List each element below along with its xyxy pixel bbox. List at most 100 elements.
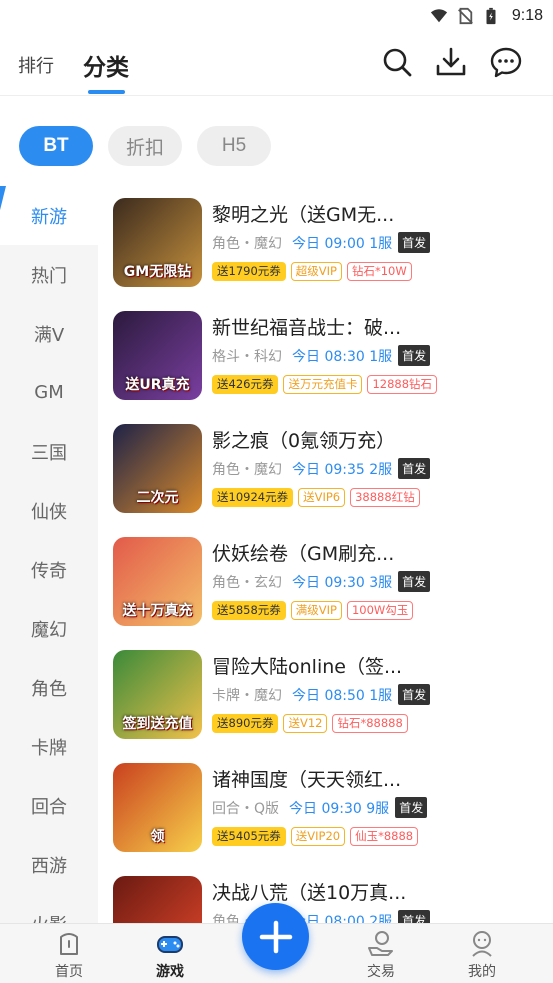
launch-badge: 首发 xyxy=(398,910,431,923)
sidebar-item-gm[interactable]: GM xyxy=(0,363,98,422)
sidebar-item-card[interactable]: 卡牌 xyxy=(0,717,98,776)
perk-tag: 满级VIP xyxy=(290,601,342,620)
active-tab-indicator xyxy=(88,90,125,94)
perk-tag: 12888钻石 xyxy=(367,375,438,394)
sidebar-item-label: 热门 xyxy=(31,265,67,287)
game-meta: 角色・魔幻 今日 09:00 1服 首发 xyxy=(212,232,431,253)
game-icon[interactable]: 送UR真充 xyxy=(113,311,202,400)
sidebar-item-turn-based[interactable]: 回合 xyxy=(0,776,98,835)
game-icon[interactable]: GM无限钻 xyxy=(113,198,202,287)
nav-games[interactable]: 游戏 xyxy=(135,924,205,983)
trade-icon xyxy=(368,931,393,956)
game-list-item[interactable]: 送十万真充 伏妖绘卷（GM刷充... 角色・玄幻 今日 09:30 3服 首发 送5858… xyxy=(98,525,553,638)
server-open-time: 今日 09:35 2服 xyxy=(292,461,393,478)
game-perk-tags: 送890元券 送V12 钻石*88888 xyxy=(212,714,408,733)
perk-tag: 送VIP6 xyxy=(298,488,346,507)
add-button[interactable] xyxy=(242,903,309,970)
nav-home[interactable]: 首页 xyxy=(34,924,104,983)
game-list-item[interactable]: 送UR真充 新世纪福音战士：破... 格斗・科幻 今日 08:30 1服 首发 送426元… xyxy=(98,299,553,412)
nav-trade-label: 交易 xyxy=(367,964,395,980)
perk-tag: 钻石*10W xyxy=(346,262,412,281)
sidebar-item-three-kingdoms[interactable]: 三国 xyxy=(0,422,98,481)
perk-tag: 送5405元券 xyxy=(212,827,286,846)
filter-bt[interactable]: BT xyxy=(19,126,93,166)
perk-tag: 送V12 xyxy=(283,714,328,733)
game-title[interactable]: 新世纪福音战士：破... xyxy=(212,313,532,340)
game-icon-caption: 送十万真充 xyxy=(122,603,193,619)
filter-h5[interactable]: H5 xyxy=(197,126,271,166)
perk-tag: 钻石*88888 xyxy=(332,714,408,733)
game-genre: 卡牌・魔幻 xyxy=(212,687,282,704)
server-open-time: 今日 09:00 1服 xyxy=(292,235,393,252)
game-perk-tags: 送10924元券 送VIP6 38888红钻 xyxy=(212,488,420,507)
game-list-item[interactable]: 送十万真充决战八荒（送10万真...角色・仙侠今日 08:00 2服首发送300… xyxy=(98,864,553,923)
game-icon[interactable]: 送十万真充 xyxy=(113,537,202,626)
perk-tag: 100W勾玉 xyxy=(346,601,414,620)
sidebar-item-label: 火影 xyxy=(31,911,67,924)
launch-badge: 首发 xyxy=(395,797,428,818)
perk-tag: 送890元券 xyxy=(212,714,279,733)
game-title[interactable]: 决战八荒（送10万真... xyxy=(212,878,532,905)
game-icon-caption: 送UR真充 xyxy=(125,377,190,393)
perk-tag: 送10924元券 xyxy=(212,488,294,507)
sidebar-item-label: 三国 xyxy=(31,442,67,464)
game-list-item[interactable]: 签到送充值 冒险大陆online（签... 卡牌・魔幻 今日 08:50 1服 首发 送8… xyxy=(98,638,553,751)
sidebar-item-xianxia[interactable]: 仙侠 xyxy=(0,481,98,540)
game-list-item[interactable]: 领 诸神国度（天天领红... 回合・Q版 今日 09:30 9服 首发 送5405元券 送V… xyxy=(98,751,553,864)
game-title[interactable]: 黎明之光（送GM无... xyxy=(212,200,532,227)
game-genre: 角色・魔幻 xyxy=(212,461,282,478)
sidebar-item-full-vip[interactable]: 满V xyxy=(0,304,98,363)
perk-tag: 送5858元券 xyxy=(212,601,286,620)
sidebar-item-naruto[interactable]: 火影 xyxy=(0,894,98,924)
message-icon[interactable] xyxy=(490,46,522,78)
sidebar-item-journey-west[interactable]: 西游 xyxy=(0,835,98,894)
game-list-item[interactable]: GM无限钻 黎明之光（送GM无... 角色・魔幻 今日 09:00 1服 首发 送1790… xyxy=(98,186,553,299)
nav-profile[interactable]: 我的 xyxy=(447,924,517,983)
top-header: 排行 分类 xyxy=(0,32,553,96)
game-title[interactable]: 影之痕（0氪领万充） xyxy=(212,426,532,453)
game-meta: 回合・Q版 今日 09:30 9服 首发 xyxy=(212,797,428,818)
game-icon-caption: 二次元 xyxy=(136,490,179,506)
nav-home-label: 首页 xyxy=(55,964,83,980)
sidebar-item-label: 仙侠 xyxy=(31,501,67,523)
nav-trade[interactable]: 交易 xyxy=(346,924,416,983)
server-open-time: 今日 09:30 3服 xyxy=(292,574,393,591)
launch-badge: 首发 xyxy=(398,345,431,366)
game-icon[interactable]: 送十万真充 xyxy=(113,876,202,923)
game-title[interactable]: 伏妖绘卷（GM刷充... xyxy=(212,539,532,566)
game-icon-caption: 领 xyxy=(150,829,165,845)
game-perk-tags: 送1790元券 超级VIP 钻石*10W xyxy=(212,262,412,281)
game-genre: 格斗・科幻 xyxy=(212,348,282,365)
perk-tag: 送万元充值卡 xyxy=(283,375,363,394)
platform-filter: BT 折扣 H5 xyxy=(19,126,271,166)
game-title[interactable]: 冒险大陆online（签... xyxy=(212,652,532,679)
sidebar-item-label: 新游 xyxy=(31,206,67,228)
game-list-item[interactable]: 二次元 影之痕（0氪领万充） 角色・魔幻 今日 09:35 2服 首发 送10924元券送… xyxy=(98,412,553,525)
launch-badge: 首发 xyxy=(398,232,431,253)
server-open-time: 今日 08:30 1服 xyxy=(292,348,393,365)
wifi-icon xyxy=(430,9,447,23)
launch-badge: 首发 xyxy=(398,458,431,479)
sidebar-item-label: 角色 xyxy=(31,678,67,700)
game-title[interactable]: 诸神国度（天天领红... xyxy=(212,765,532,792)
sidebar-item-new[interactable]: 新游 xyxy=(0,186,98,245)
sidebar-item-rpg[interactable]: 角色 xyxy=(0,658,98,717)
sidebar-item-hot[interactable]: 热门 xyxy=(0,245,98,304)
tab-ranking[interactable]: 排行 xyxy=(18,52,54,78)
game-icon[interactable]: 签到送充值 xyxy=(113,650,202,739)
filter-discount[interactable]: 折扣 xyxy=(108,126,182,166)
game-icon[interactable]: 二次元 xyxy=(113,424,202,513)
game-perk-tags: 送5858元券 满级VIP 100W勾玉 xyxy=(212,601,414,620)
game-icon[interactable]: 领 xyxy=(113,763,202,852)
tab-category[interactable]: 分类 xyxy=(83,48,129,82)
clock: 9:18 xyxy=(511,7,543,24)
game-meta: 角色・玄幻 今日 09:30 3服 首发 xyxy=(212,571,431,592)
game-icon-caption: 签到送充值 xyxy=(122,716,193,732)
game-meta: 角色・魔幻 今日 09:35 2服 首发 xyxy=(212,458,431,479)
sidebar-item-fantasy[interactable]: 魔幻 xyxy=(0,599,98,658)
perk-tag: 超级VIP xyxy=(290,262,342,281)
game-genre: 角色・玄幻 xyxy=(212,574,282,591)
download-icon[interactable] xyxy=(435,46,467,78)
search-icon[interactable] xyxy=(381,46,413,78)
sidebar-item-legend[interactable]: 传奇 xyxy=(0,540,98,599)
